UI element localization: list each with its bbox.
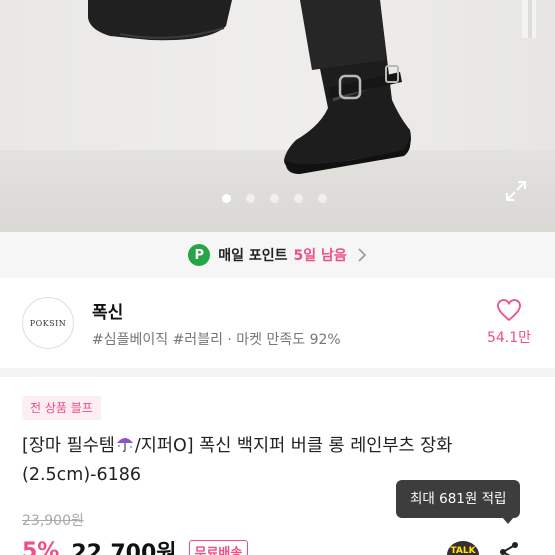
sale-price: 22,700원 — [71, 541, 177, 555]
shop-name[interactable]: 폭신 — [92, 298, 123, 323]
product-title-start: [장마 필수템 — [22, 436, 115, 456]
point-label: 매일 포인트 — [218, 248, 288, 264]
heart-icon[interactable] — [496, 298, 522, 322]
section-divider — [0, 368, 555, 377]
carousel-dot[interactable] — [270, 194, 279, 203]
reward-tooltip: 최대 681원 적립 — [396, 480, 521, 524]
shop-logo-text: POKSIN — [29, 318, 67, 328]
daily-point-banner[interactable]: P 매일 포인트 5일 남음 — [0, 232, 555, 278]
point-icon: P — [188, 244, 211, 266]
promo-badge: 전 상품 블프 — [22, 396, 101, 420]
free-shipping-badge: 무료배송 — [188, 539, 249, 555]
like-count: 54.1만 — [486, 330, 532, 346]
carousel-dot[interactable] — [294, 194, 303, 203]
share-icon[interactable] — [497, 540, 521, 555]
carousel-dot[interactable] — [222, 194, 231, 203]
shop-logo[interactable]: POKSIN — [22, 297, 74, 349]
product-image-carousel[interactable] — [0, 0, 555, 232]
shop-tags: #심플베이직 #러블리 · 마켓 만족도 92% — [92, 332, 341, 348]
shop-info-row[interactable]: POKSIN 폭신 #심플베이직 #러블리 · 마켓 만족도 92% 54.1만 — [0, 278, 555, 368]
carousel-dot[interactable] — [246, 194, 255, 203]
point-remaining: 5일 남음 — [293, 248, 347, 264]
kakao-talk-button[interactable]: TALK — [447, 541, 479, 555]
original-price: 23,900원 — [22, 513, 84, 529]
chevron-right-icon — [358, 248, 366, 262]
expand-icon[interactable] — [504, 179, 528, 203]
umbrella-icon — [116, 438, 133, 452]
price-row: 5% 22,700원 무료배송 — [22, 536, 249, 555]
carousel-dots — [222, 194, 327, 203]
carousel-dot[interactable] — [318, 194, 327, 203]
discount-rate: 5% — [22, 538, 60, 555]
